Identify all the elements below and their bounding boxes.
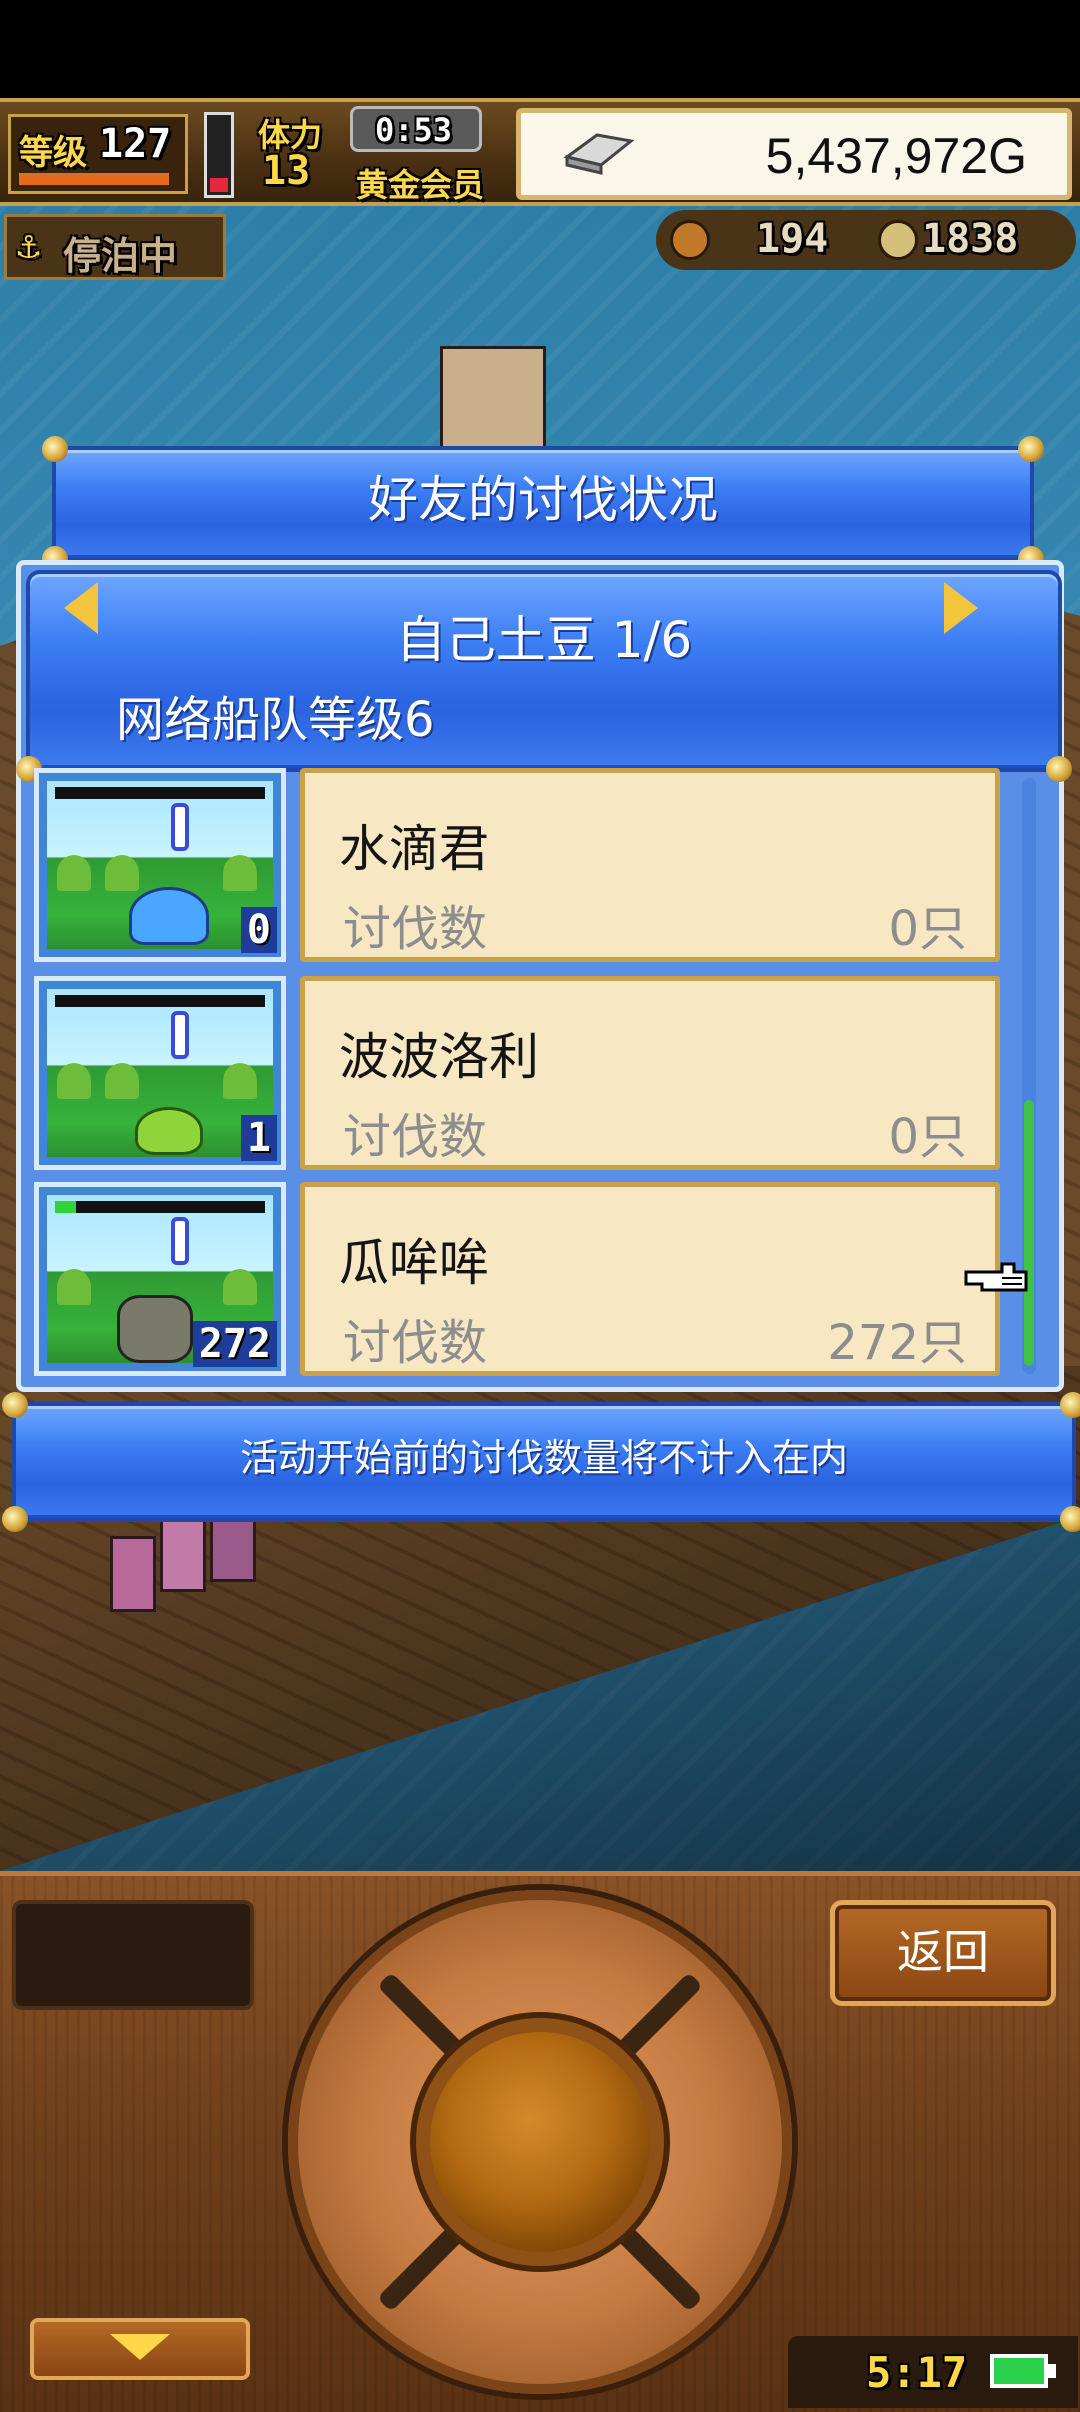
scrollbar-thumb[interactable] — [1024, 1100, 1034, 1366]
corner-ornament — [1060, 1506, 1080, 1532]
back-button[interactable]: 返回 — [830, 1900, 1056, 2006]
corner-ornament — [42, 436, 68, 462]
tree — [223, 1063, 257, 1099]
tree — [223, 1269, 257, 1305]
tree — [57, 1063, 91, 1099]
monster-name: 瓜哞哞 — [339, 1234, 489, 1292]
monster-thumbnail: 0 — [34, 768, 286, 962]
kill-label: 讨伐数 — [343, 1315, 488, 1371]
resource-2-value: 1838 — [922, 216, 1019, 262]
level-label: 等级 — [19, 133, 87, 173]
hp-fill — [55, 1201, 76, 1213]
kill-count: 0只 — [888, 1109, 967, 1165]
corner-ornament — [2, 1392, 28, 1418]
level-box: 等级 127 — [8, 114, 188, 194]
kill-badge: 1 — [240, 1115, 277, 1161]
docked-status: 停泊中 — [63, 234, 178, 278]
game-clock: 5:17 — [866, 2348, 968, 2397]
list-item[interactable]: 0 水滴君 讨伐数 0只 — [30, 768, 1016, 968]
slime-monster — [135, 1107, 203, 1155]
tree — [105, 1063, 139, 1099]
clock-box: 5:17 — [788, 2336, 1078, 2408]
gold-bar-icon — [563, 133, 635, 175]
gold-panel: 5,437,972G — [516, 108, 1072, 200]
stamina-value: 13 — [262, 148, 311, 194]
hp-bar — [55, 995, 265, 1007]
modal-title: 好友的讨伐状况 — [368, 471, 718, 529]
mini-screen — [12, 1900, 254, 2010]
battery-tip — [1048, 2364, 1056, 2378]
membership-label: 黄金会员 — [356, 166, 485, 204]
modal-title-band: 好友的讨伐状况 — [42, 436, 1044, 572]
monster-thumbnail: 1 — [34, 976, 286, 1170]
monster-name: 水滴君 — [339, 820, 489, 878]
monster-info-card: 波波洛利 讨伐数 0只 — [300, 976, 1000, 1170]
hp-bar — [55, 1201, 265, 1213]
gold-amount: 5,437,972G — [765, 128, 1027, 184]
crew-sprite — [160, 1516, 206, 1592]
monster-list[interactable]: 0 水滴君 讨伐数 0只 1 波波洛利 讨伐数 0只 272 瓜哞哞 讨伐数 2… — [30, 768, 1016, 1384]
notice-band: 活动开始前的讨伐数量将不计入在内 — [2, 1392, 1080, 1532]
hud-bar: 等级 127 体力 13 0:53 黄金会员 5,437,972G — [0, 98, 1080, 206]
corner-ornament — [1018, 436, 1044, 462]
pointing-hand-icon — [964, 1262, 1028, 1292]
cow-monster — [117, 1295, 193, 1363]
monster-scene — [47, 781, 273, 949]
docked-status-badge: ⚓ 停泊中 — [4, 214, 226, 280]
monster-thumbnail: 272 — [34, 1182, 286, 1376]
corner-ornament — [1046, 756, 1072, 782]
dial-center-button[interactable] — [430, 2032, 650, 2252]
monster-scene — [47, 989, 273, 1157]
food-icon — [670, 220, 710, 260]
kill-label: 讨伐数 — [343, 901, 488, 957]
tree — [223, 855, 257, 891]
notice-text: 活动开始前的讨伐数量将不计入在内 — [239, 1436, 848, 1480]
kill-count: 272只 — [827, 1315, 967, 1371]
stamina-fill — [210, 178, 228, 192]
level-value: 127 — [99, 121, 172, 167]
stamina-timer: 0:53 — [375, 111, 453, 149]
anchor-icon: ⚓ — [17, 223, 40, 267]
exp-bar — [19, 173, 169, 185]
corner-ornament — [2, 1506, 28, 1532]
system-status-area — [0, 0, 1080, 98]
friend-header: 自己土豆 1/6 网络船队等级6 — [16, 570, 1072, 782]
corner-ornament — [1060, 1392, 1080, 1418]
chevron-down-icon — [110, 2334, 170, 2360]
exclamation-icon — [171, 1217, 189, 1265]
timer-box: 0:53 — [350, 106, 482, 152]
tree — [105, 855, 139, 891]
friend-name: 自己土豆 1/6 — [395, 611, 693, 669]
kill-badge: 0 — [240, 907, 277, 953]
tree — [57, 855, 91, 891]
hp-bar — [55, 787, 265, 799]
kill-label: 讨伐数 — [343, 1109, 488, 1165]
kill-badge: 272 — [192, 1321, 277, 1367]
exclamation-icon — [171, 1011, 189, 1059]
monster-info-card: 瓜哞哞 讨伐数 272只 — [300, 1182, 1000, 1376]
crew-sprite — [110, 1536, 156, 1612]
monster-name: 波波洛利 — [339, 1028, 539, 1086]
resource-1-value: 194 — [756, 216, 829, 262]
tree — [57, 1269, 91, 1305]
triangle-right-icon[interactable] — [944, 582, 978, 634]
resource-bar: 194 1838 — [656, 210, 1076, 270]
exclamation-icon — [171, 803, 189, 851]
kill-count: 0只 — [888, 901, 967, 957]
stamina-gauge — [204, 112, 234, 198]
monster-info-card: 水滴君 讨伐数 0只 — [300, 768, 1000, 962]
battery-icon — [990, 2354, 1048, 2388]
list-item[interactable]: 272 瓜哞哞 讨伐数 272只 — [30, 1182, 1016, 1382]
triangle-left-icon[interactable] — [64, 582, 98, 634]
list-item[interactable]: 1 波波洛利 讨伐数 0只 — [30, 976, 1016, 1176]
deck-structure — [440, 346, 546, 462]
coin-icon — [878, 220, 918, 260]
fleet-level: 网络船队等级6 — [116, 692, 435, 748]
water-drop-monster — [129, 887, 209, 945]
